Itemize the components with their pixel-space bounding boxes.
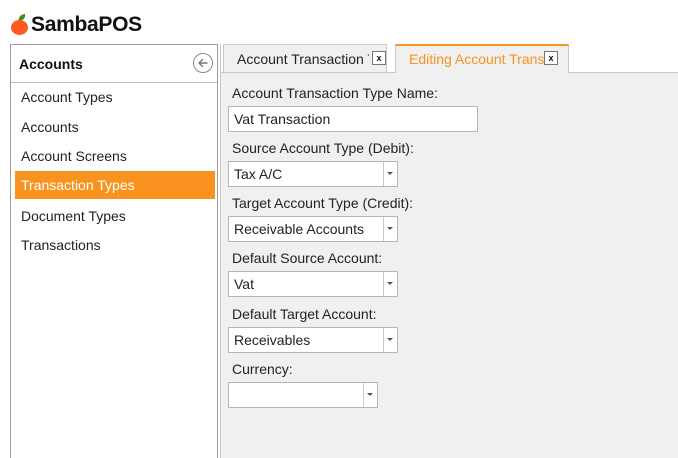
- tab-label: Editing Account Transaction Type: [409, 51, 544, 67]
- circle-arrow-left-icon[interactable]: [193, 53, 213, 73]
- sidebar-item-transaction-types[interactable]: Transaction Types: [15, 171, 215, 199]
- tab-strip: Account Transaction Types x Editing Acco…: [221, 44, 678, 73]
- app-logo: SambaPOS: [10, 10, 142, 40]
- sidebar-item-accounts[interactable]: Accounts: [15, 113, 215, 141]
- target-type-value: Receivable Accounts: [234, 221, 364, 237]
- default-source-value: Vat: [234, 276, 254, 292]
- sidebar-item-document-types[interactable]: Document Types: [15, 202, 215, 230]
- chevron-down-icon: [387, 172, 393, 175]
- currency-select[interactable]: [228, 382, 378, 408]
- default-target-value: Receivables: [234, 332, 311, 348]
- logo-text: SambaPOS: [31, 13, 142, 36]
- sidebar-item-account-screens[interactable]: Account Screens: [15, 142, 215, 170]
- name-label: Account Transaction Type Name:: [232, 85, 438, 101]
- tab-editing-account-transaction-type[interactable]: Editing Account Transaction Type x: [395, 44, 569, 73]
- chevron-down-icon: [367, 393, 373, 396]
- chevron-down-icon: [387, 338, 393, 341]
- dropdown-button[interactable]: [383, 328, 397, 352]
- dropdown-button[interactable]: [383, 217, 397, 241]
- tab-account-transaction-types[interactable]: Account Transaction Types x: [223, 44, 387, 72]
- content-panel: Account Transaction Types x Editing Acco…: [220, 44, 678, 458]
- sidebar-title: Accounts: [19, 56, 83, 72]
- chevron-down-icon: [387, 227, 393, 230]
- source-type-select[interactable]: Tax A/C: [228, 161, 398, 187]
- default-target-select[interactable]: Receivables: [228, 327, 398, 353]
- sidebar-item-account-types[interactable]: Account Types: [15, 83, 215, 111]
- dropdown-button[interactable]: [383, 162, 397, 186]
- close-icon[interactable]: x: [372, 51, 386, 65]
- target-type-label: Target Account Type (Credit):: [232, 195, 414, 211]
- source-type-label: Source Account Type (Debit):: [232, 140, 414, 156]
- logo-fruit-icon: [10, 13, 30, 36]
- default-source-label: Default Source Account:: [232, 250, 383, 266]
- name-input[interactable]: Vat Transaction: [228, 106, 478, 132]
- chevron-down-icon: [387, 282, 393, 285]
- dropdown-button[interactable]: [383, 272, 397, 296]
- target-type-select[interactable]: Receivable Accounts: [228, 216, 398, 242]
- sidebar-item-transactions[interactable]: Transactions: [15, 231, 215, 259]
- default-target-label: Default Target Account:: [232, 306, 377, 322]
- dropdown-button[interactable]: [363, 383, 377, 407]
- sidebar-header: Accounts: [11, 45, 217, 83]
- default-source-select[interactable]: Vat: [228, 271, 398, 297]
- tab-label: Account Transaction Types: [237, 51, 369, 67]
- close-icon[interactable]: x: [544, 51, 558, 65]
- currency-label: Currency:: [232, 361, 293, 377]
- sidebar: Accounts Account Types Accounts Account …: [10, 44, 218, 458]
- source-type-value: Tax A/C: [234, 166, 283, 182]
